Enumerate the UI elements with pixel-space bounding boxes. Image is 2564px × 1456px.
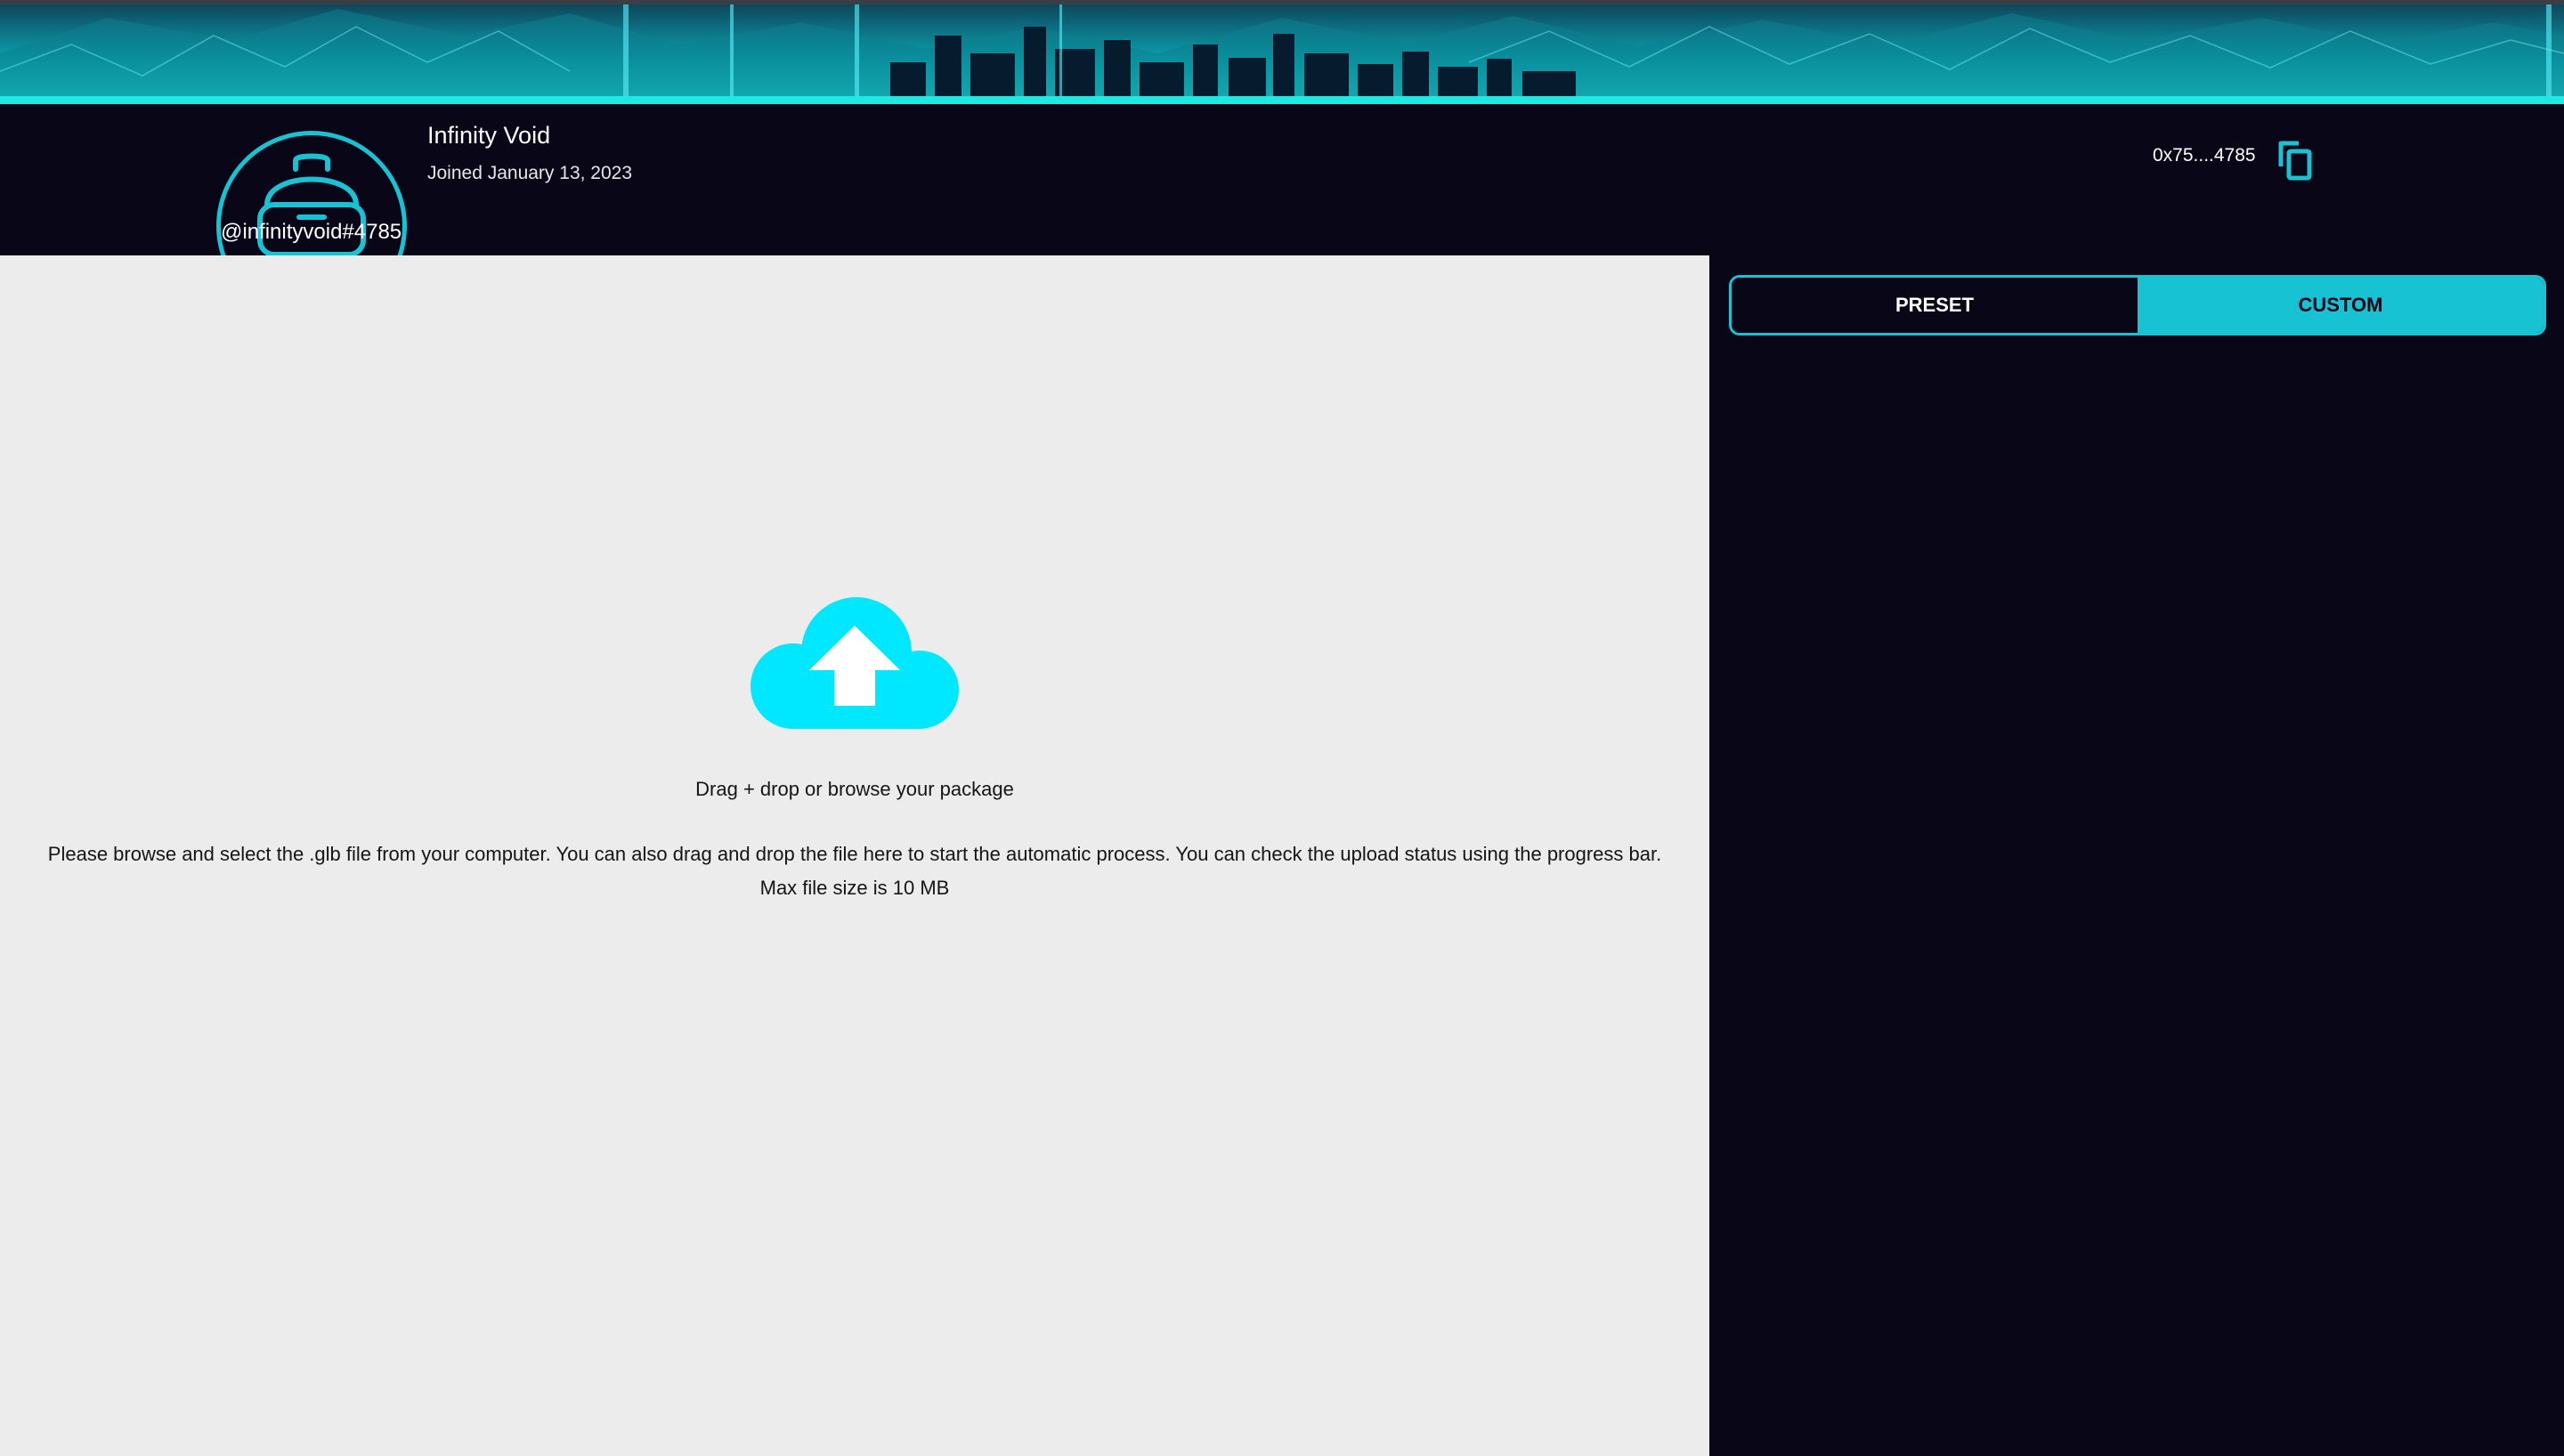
upload-description: Please browse and select the .glb file f… bbox=[47, 843, 1662, 865]
cloud-upload-icon bbox=[751, 597, 959, 729]
copy-address-button[interactable] bbox=[2277, 140, 2313, 181]
profile-header: Infinity Void Joined January 13, 2023 @i… bbox=[0, 104, 2564, 321]
tab-custom[interactable]: CUSTOM bbox=[2138, 278, 2544, 333]
join-date: Joined January 13, 2023 bbox=[427, 163, 633, 183]
upload-title: Drag + drop or browse your package bbox=[695, 778, 1014, 800]
profile-name: Infinity Void bbox=[427, 122, 551, 149]
right-panel: PRESET CUSTOM bbox=[1709, 255, 2564, 1456]
cyber-city-banner-image bbox=[0, 0, 2564, 104]
profile-banner bbox=[0, 0, 2564, 104]
tab-preset[interactable]: PRESET bbox=[1732, 278, 2138, 333]
max-file-size: Max file size is 10 MB bbox=[759, 877, 950, 899]
mode-tabs: PRESET CUSTOM bbox=[1729, 275, 2546, 336]
upload-dropzone[interactable]: Drag + drop or browse your package Pleas… bbox=[0, 255, 1709, 1456]
wallet-address: 0x75....4785 bbox=[2153, 145, 2256, 166]
profile-handle: @infinityvoid#4785 bbox=[221, 220, 402, 244]
copy-icon bbox=[2278, 141, 2312, 181]
